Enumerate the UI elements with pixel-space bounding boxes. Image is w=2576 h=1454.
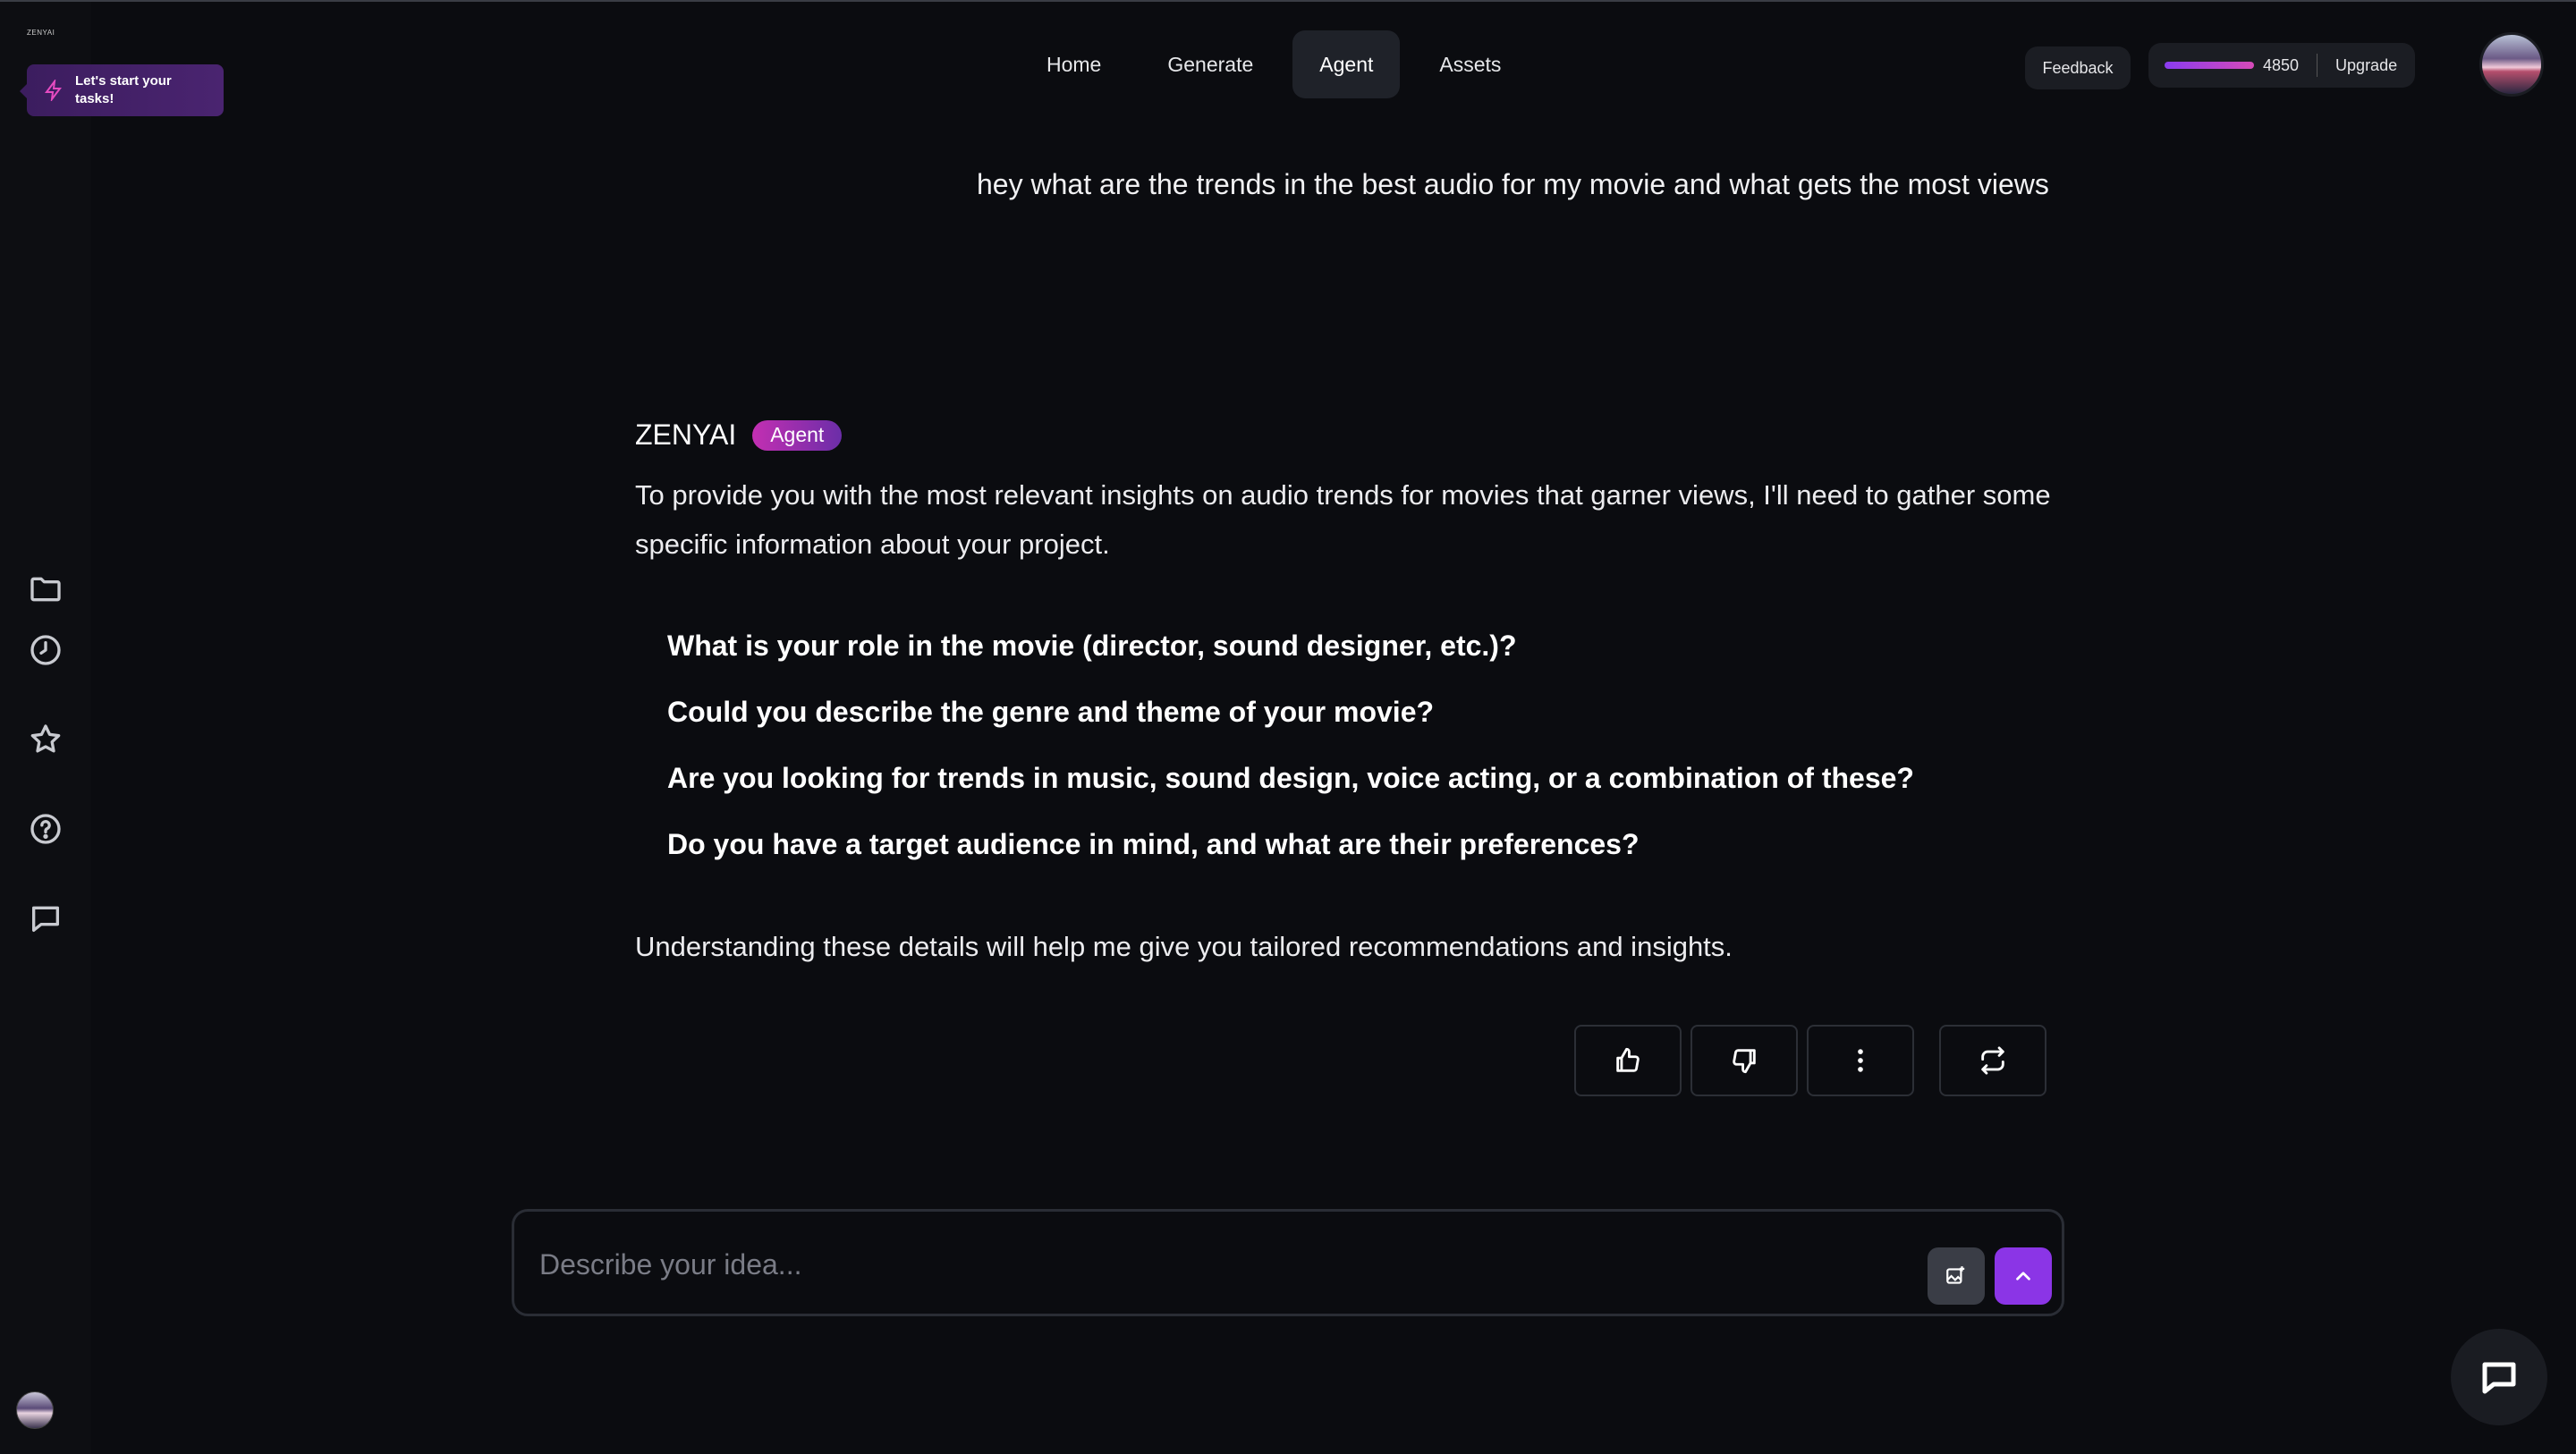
support-chat-button[interactable] (2451, 1329, 2547, 1425)
list-item: Do you have a target audience in mind, a… (667, 828, 1640, 860)
tasks-prompt[interactable]: Let's start your tasks! (20, 64, 224, 116)
user-message: hey what are the trends in the best audi… (977, 168, 2049, 200)
credits-count: 4850 (2263, 55, 2300, 74)
prompt-input[interactable] (539, 1242, 1881, 1287)
chevron-up-icon (2016, 1272, 2030, 1281)
nav-assets[interactable]: Assets (1412, 30, 1528, 98)
thumbs-up-button[interactable] (1574, 1025, 1682, 1096)
profile-avatar[interactable] (2479, 32, 2544, 97)
upgrade-button[interactable]: Upgrade (2335, 56, 2397, 75)
credits-bar (2165, 62, 2254, 69)
divider (2317, 54, 2318, 77)
attach-image-button[interactable] (1928, 1247, 1985, 1305)
agent-questions: What is your role in the movie (director… (667, 621, 1914, 885)
prompt-composer (512, 1209, 2064, 1316)
star-icon[interactable] (23, 717, 68, 762)
agent-outro: Understanding these details will help me… (635, 931, 1733, 962)
image-sparkle-icon (1946, 1266, 1965, 1284)
send-button[interactable] (1995, 1247, 2052, 1305)
tasks-prompt-label: Let's start your tasks! (75, 73, 172, 106)
more-options-button[interactable] (1807, 1025, 1914, 1096)
nav-generate[interactable]: Generate (1140, 30, 1280, 98)
credits-panel: 4850 Upgrade (2148, 43, 2415, 88)
agent-name: ZENYAI (635, 418, 737, 451)
thumbs-down-icon (1733, 1049, 1756, 1074)
window-top-border (0, 0, 2576, 2)
sidebar: ZENYAI (0, 2, 91, 1454)
nav-home[interactable]: Home (1020, 30, 1128, 98)
nav-agent[interactable]: Agent (1292, 30, 1401, 98)
regenerate-button[interactable] (1939, 1025, 2046, 1096)
list-item: Could you describe the genre and theme o… (667, 696, 1435, 728)
message-icon[interactable] (23, 896, 68, 941)
list-item: Are you looking for trends in music, sou… (667, 762, 1914, 794)
chat-bubble-icon (2482, 1362, 2516, 1394)
top-nav: Home Generate Agent Assets (1020, 30, 1528, 98)
agent-intro: To provide you with the most relevant in… (635, 479, 2051, 560)
folder-icon[interactable] (23, 567, 68, 612)
bolt-icon (43, 78, 64, 103)
avatar[interactable] (16, 1391, 54, 1429)
thumbs-down-button[interactable] (1690, 1025, 1798, 1096)
agent-header: ZENYAI Agent (635, 418, 843, 452)
agent-badge: Agent (752, 419, 843, 451)
logo[interactable]: ZENYAI (27, 29, 55, 37)
help-icon[interactable] (23, 807, 68, 851)
list-item: What is your role in the movie (director… (667, 630, 1517, 662)
thumbs-up-icon (1616, 1047, 1640, 1072)
repeat-icon (1981, 1046, 2004, 1075)
more-vertical-icon (1858, 1049, 1863, 1072)
clock-icon[interactable] (23, 628, 68, 672)
feedback-button[interactable]: Feedback (2025, 46, 2131, 89)
